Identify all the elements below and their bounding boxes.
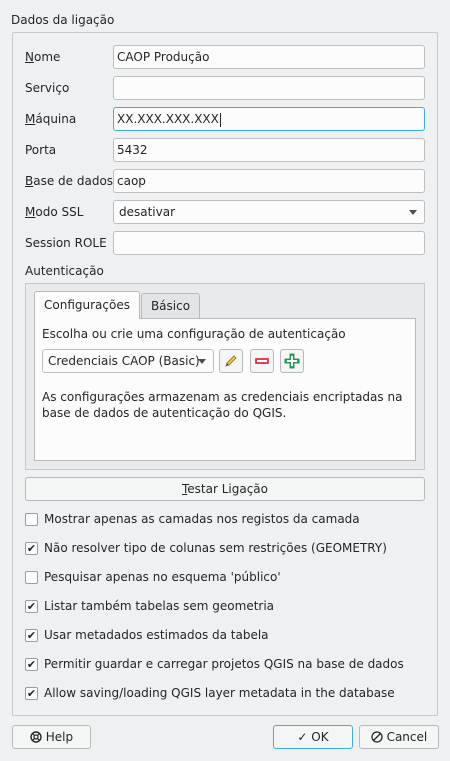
option-checkbox-4[interactable]: ✔ xyxy=(25,629,38,642)
session-role-field[interactable] xyxy=(113,231,425,255)
check-icon: ✓ xyxy=(297,730,308,744)
edit-config-button[interactable] xyxy=(219,349,243,373)
nome-field[interactable]: CAOP Produção xyxy=(113,45,425,69)
base-dados-field[interactable]: caop xyxy=(113,169,425,193)
option-label-6: Allow saving/loading QGIS layer metadata… xyxy=(44,686,395,700)
porta-field[interactable]: 5432 xyxy=(113,138,425,162)
option-label-2: Pesquisar apenas no esquema 'público' xyxy=(44,570,281,584)
base-dados-label: Base de dados xyxy=(25,174,114,188)
help-button[interactable]: Help xyxy=(12,725,91,749)
option-checkbox-1[interactable]: ✔ xyxy=(25,542,38,555)
option-checkbox-0[interactable] xyxy=(25,513,38,526)
ok-button[interactable]: ✓ OK xyxy=(273,725,353,749)
servico-label: Serviço xyxy=(25,81,70,95)
maquina-field[interactable]: XX.XXX.XXX.XXX xyxy=(113,107,425,131)
add-icon xyxy=(284,353,300,369)
option-checkbox-5[interactable]: ✔ xyxy=(25,658,38,671)
option-label-3: Listar também tabelas sem geometria xyxy=(44,599,275,613)
auth-config-select[interactable]: Credenciais CAOP (Basic) xyxy=(42,349,214,373)
option-label-4: Usar metadados estimados da tabela xyxy=(44,628,269,642)
option-checkbox-2[interactable] xyxy=(25,571,38,584)
modo-ssl-label: Modo SSL xyxy=(25,205,84,219)
ok-button-label: OK xyxy=(311,730,329,744)
cancel-button[interactable]: Cancel xyxy=(359,725,439,749)
text-cursor xyxy=(219,112,221,127)
option-checkbox-6[interactable]: ✔ xyxy=(25,687,38,700)
option-label-0: Mostrar apenas as camadas nos registos d… xyxy=(44,512,360,526)
remove-icon xyxy=(255,358,269,364)
cancel-icon xyxy=(371,731,383,743)
dialog-title: Dados da ligação xyxy=(11,13,115,27)
help-icon xyxy=(30,731,42,743)
nome-label: Nome xyxy=(25,50,61,64)
option-label-5: Permitir guardar e carregar projetos QGI… xyxy=(44,657,404,671)
tab-basico[interactable]: Básico xyxy=(141,293,200,318)
remove-config-button[interactable] xyxy=(250,349,274,373)
porta-label: Porta xyxy=(25,143,57,157)
cancel-button-label: Cancel xyxy=(386,730,428,744)
tab-configuracoes[interactable]: Configurações xyxy=(34,291,140,319)
test-connection-button[interactable]: Testar Ligação xyxy=(25,477,425,501)
chevron-down-icon xyxy=(409,210,417,215)
modo-ssl-select[interactable]: desativar xyxy=(113,200,425,224)
option-label-1: Não resolver tipo de colunas sem restriç… xyxy=(44,541,387,555)
modo-ssl-value: desativar xyxy=(119,205,176,219)
auth-description: As configurações armazenam as credenciai… xyxy=(42,390,403,420)
session-role-label: Session ROLE xyxy=(25,236,107,250)
add-config-button[interactable] xyxy=(280,349,304,373)
servico-field[interactable] xyxy=(113,76,425,100)
help-button-label: Help xyxy=(45,730,74,744)
auth-section-label: Autenticação xyxy=(25,264,104,278)
chevron-down-icon xyxy=(198,359,206,364)
auth-config-value: Credenciais CAOP (Basic) xyxy=(48,354,200,368)
maquina-label: Máquina xyxy=(25,112,77,126)
option-checkbox-3[interactable]: ✔ xyxy=(25,600,38,613)
auth-prompt: Escolha ou crie uma configuração de aute… xyxy=(42,327,346,341)
pencil-icon xyxy=(225,355,237,367)
